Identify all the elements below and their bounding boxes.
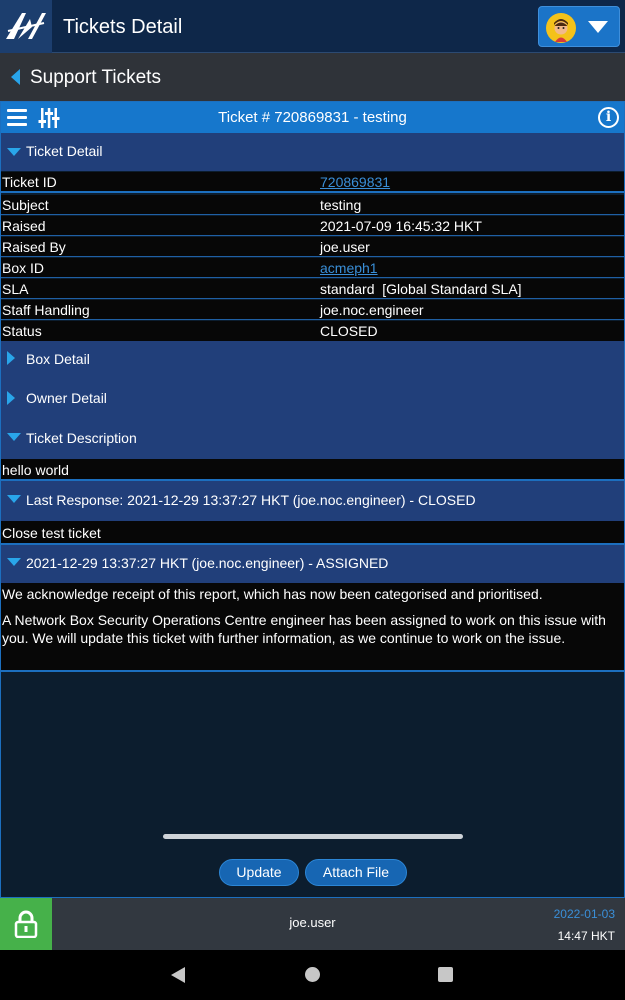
status-time: 14:47 HKT [557,929,615,943]
nav-back-icon[interactable] [171,967,185,983]
section-label: Ticket Detail [26,143,103,159]
last-response-text: Close test ticket [1,521,624,543]
section-label: 2021-12-29 13:37:27 HKT (joe.noc.enginee… [26,555,389,571]
field-key: SLA [2,281,29,297]
expanded-triangle-icon [7,558,21,566]
field-value: joe.noc.engineer [320,302,424,318]
section-box-detail[interactable]: Box Detail [1,341,624,381]
update-button[interactable]: Update [219,859,299,886]
expanded-triangle-icon [7,148,21,156]
section-label: Owner Detail [26,390,107,406]
ticket-panel: Ticket # 720869831 - testing i Ticket De… [0,101,625,898]
field-row-raised: Raised 2021-07-09 16:45:32 HKT [1,216,624,236]
section-last-response[interactable]: Last Response: 2021-12-29 13:37:27 HKT (… [1,479,624,521]
field-key: Staff Handling [2,302,90,318]
back-link-support-tickets[interactable]: Support Tickets [30,67,161,89]
section-label: Box Detail [26,351,90,367]
field-row-raised-by: Raised By joe.user [1,237,624,257]
app-logo[interactable] [0,0,52,53]
assigned-message: We acknowledge receipt of this report, w… [1,583,624,672]
field-row-subject: Subject testing [1,195,624,215]
assigned-paragraph-1: We acknowledge receipt of this report, w… [2,586,543,602]
status-date: 2022-01-03 [553,907,615,921]
field-key: Raised [2,218,46,234]
person-avatar-icon [546,13,576,43]
field-value: standard [Global Standard SLA] [320,281,522,297]
ticket-id-link[interactable]: 720869831 [320,174,390,190]
collapsed-triangle-icon [7,351,15,365]
back-arrow-icon[interactable] [11,69,20,85]
horizontal-scrollbar[interactable] [163,834,463,839]
system-navigation-bar [0,950,625,1000]
field-key: Box ID [2,260,45,276]
field-value: testing [320,197,362,213]
info-icon[interactable]: i [598,107,619,128]
section-assigned-response[interactable]: 2021-12-29 13:37:27 HKT (joe.noc.enginee… [1,543,624,583]
field-key: Status [2,323,42,339]
app-title: Tickets Detail [63,16,183,38]
field-key: Ticket ID [2,174,57,190]
nav-home-icon[interactable] [305,967,320,982]
field-value: joe.user [320,239,370,255]
collapsed-triangle-icon [7,391,15,405]
field-row-sla: SLA standard [Global Standard SLA] [1,279,624,299]
field-row-status: Status CLOSED [1,321,624,341]
app-bar: Tickets Detail [0,0,625,53]
field-row-staff-handling: Staff Handling joe.noc.engineer [1,300,624,320]
field-value: 2021-07-09 16:45:32 HKT [320,218,482,234]
section-ticket-detail[interactable]: Ticket Detail [1,133,624,171]
breadcrumb-bar: Support Tickets [0,53,625,101]
status-bar: joe.user 2022-01-03 14:47 HKT [0,898,625,950]
field-row-ticket-id: Ticket ID 720869831 [1,172,624,193]
field-row-box-id: Box ID acmeph1 [1,258,624,278]
ticket-header: Ticket # 720869831 - testing i [1,102,624,133]
user-menu-button[interactable] [538,6,620,47]
nav-recents-icon[interactable] [438,967,453,982]
section-label: Ticket Description [26,430,137,446]
ticket-description-text: hello world [1,459,624,479]
expanded-triangle-icon [7,433,21,441]
attach-file-button[interactable]: Attach File [305,859,407,886]
network-box-logo-icon [6,13,46,39]
box-id-link[interactable]: acmeph1 [320,260,378,276]
section-ticket-description[interactable]: Ticket Description [1,421,624,459]
section-owner-detail[interactable]: Owner Detail [1,381,624,421]
assigned-paragraph-2: A Network Box Security Operations Centre… [2,612,606,646]
field-key: Raised By [2,239,66,255]
status-value: CLOSED [320,323,378,339]
field-key: Subject [2,197,49,213]
status-username: joe.user [289,915,336,930]
chevron-down-icon [588,21,608,33]
section-label: Last Response: 2021-12-29 13:37:27 HKT (… [26,492,476,508]
ticket-title: Ticket # 720869831 - testing [218,109,407,126]
expanded-triangle-icon [7,495,21,503]
